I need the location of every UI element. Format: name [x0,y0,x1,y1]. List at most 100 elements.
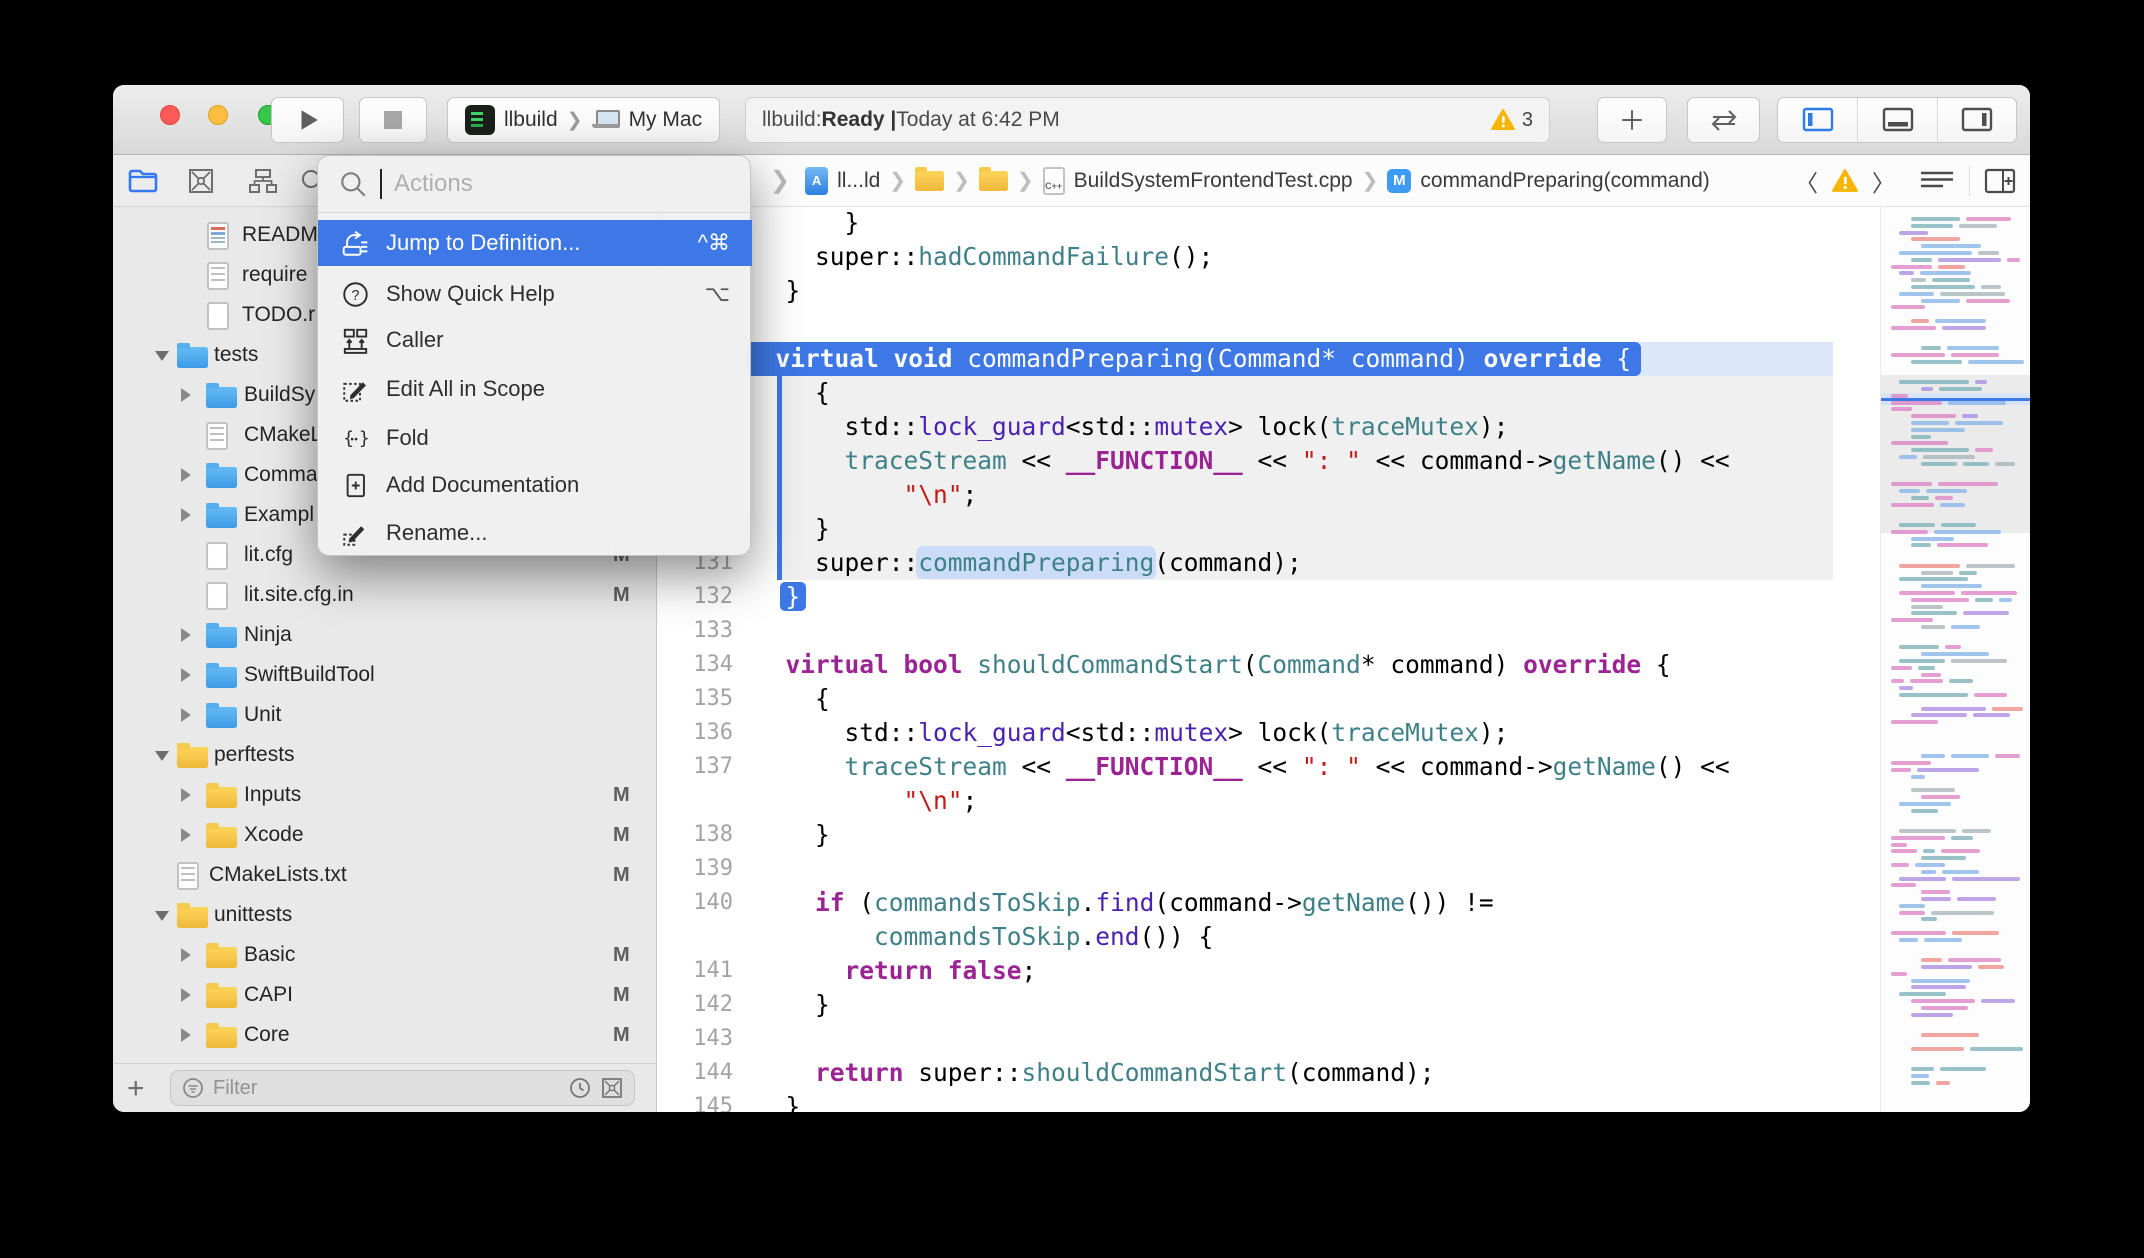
code-line-135[interactable]: 135 { [658,682,1880,716]
code-line[interactable]: "\n"; [658,784,1880,818]
code-line[interactable] [658,308,1880,342]
code-line[interactable]: super::hadCommandFailure(); [658,240,1880,274]
code-line[interactable]: std::lock_guard<std::mutex> lock(traceMu… [658,410,1880,444]
code-line-134[interactable]: 134 virtual bool shouldCommandStart(Comma… [658,648,1880,682]
sidebar-item-swiftbuildtool[interactable]: SwiftBuildTool [113,656,657,696]
sidebar-item-perftests[interactable]: perftests [113,736,657,776]
sidebar-item-inputs[interactable]: Inputs M [113,776,657,816]
menu-item-add-documentation[interactable]: Add Documentation [318,462,752,508]
code-line-140[interactable]: 140 if (commandsToSkip.find(command->getN… [658,886,1880,920]
toggle-inspector-button[interactable] [1936,98,2016,142]
previous-issue-button[interactable]: 〈 [1795,164,1818,198]
minimap-code-bar [1911,285,1976,289]
disclosure-closed-icon[interactable] [181,668,191,682]
code-line[interactable]: commandsToSkip.end()) { [658,920,1880,954]
disclosure-open-icon[interactable] [155,751,169,761]
breadcrumb-project[interactable]: ll...ld [837,169,880,193]
close-window-button[interactable] [160,105,180,125]
disclosure-closed-icon[interactable] [181,388,191,402]
next-issue-button[interactable]: 〉 [1872,164,1895,198]
code-pane[interactable]: } super::hadCommandFailure();} virtual voi… [658,207,1880,1112]
source-control-navigator-tab[interactable] [184,165,218,197]
warning-count-badge[interactable]: 3 [1490,109,1533,132]
minimap-code-bar [1921,917,1938,922]
source-editor[interactable]: } super::hadCommandFailure();} virtual voi… [658,207,1880,1112]
disclosure-closed-icon[interactable] [181,628,191,642]
breadcrumb-symbol[interactable]: commandPreparing(command) [1420,169,1709,193]
disclosure-closed-icon[interactable] [181,988,191,1002]
folder-icon[interactable] [915,166,945,191]
sidebar-item-xcode[interactable]: Xcode M [113,816,657,856]
source-control-filter-icon[interactable] [600,1076,624,1100]
filter-field[interactable]: Filter [170,1070,635,1106]
symbol-navigator-tab[interactable] [246,165,280,197]
code-line[interactable]: "\n"; [658,478,1880,512]
code-line-136[interactable]: 136 std::lock_guard<std::mutex> lock(trac… [658,716,1880,750]
activity-status-bar[interactable]: llbuild: Ready | Today at 6:42 PM 3 [745,97,1550,143]
code-line[interactable]: } [658,274,1880,308]
menu-item-caller[interactable]: Caller [318,317,752,363]
code-line-131[interactable]: 131 super::commandPreparing(command); [658,546,1880,580]
code-line-143[interactable]: 143 [658,1022,1880,1056]
minimap-code-bar [1931,910,1995,915]
sidebar-item-unittests[interactable]: unittests [113,896,657,936]
code-line[interactable]: virtual void commandPreparing(Command* c… [658,342,1880,376]
add-file-button[interactable]: + [127,1072,145,1106]
related-items-icon[interactable] [1919,169,1955,193]
disclosure-open-icon[interactable] [155,911,169,921]
scheme-selector[interactable]: llbuild ❯ My Mac [447,97,720,143]
menu-item-jump-to-definition[interactable]: Jump to Definition... ^⌘ [318,220,752,266]
forward-chevron-icon[interactable]: ❯ [770,166,790,195]
warning-icon[interactable] [1832,168,1858,193]
run-button[interactable] [271,97,344,143]
sidebar-item-ninja[interactable]: Ninja [113,616,657,656]
breadcrumb-file[interactable]: BuildSystemFrontendTest.cpp [1074,169,1353,193]
code-line-133[interactable]: 133 [658,614,1880,648]
sidebar-item-unit[interactable]: Unit [113,696,657,736]
minimap-code-bar [1891,529,1929,534]
code-line-144[interactable]: 144 return super::shouldCommandStart(comm… [658,1056,1880,1090]
disclosure-closed-icon[interactable] [181,788,191,802]
code-line[interactable]: traceStream << __FUNCTION__ << ": " << c… [658,444,1880,478]
menu-item-show-quick-help[interactable]: ? Show Quick Help ⌥ [318,271,752,317]
toggle-navigator-button[interactable] [1778,98,1857,142]
sidebar-item-lit-site-cfg-in[interactable]: lit.site.cfg.in M [113,576,657,616]
add-editor-button[interactable] [1984,168,2016,194]
code-line-138[interactable]: 138} [658,818,1880,852]
editor-mode-button[interactable] [1687,97,1760,143]
actions-search-field[interactable]: Actions [318,156,750,213]
menu-item-fold[interactable]: {} Fold [318,415,752,461]
code-line[interactable]: } [658,512,1880,546]
menu-item-rename[interactable]: Rename... [318,510,752,556]
toggle-debug-area-button[interactable] [1857,98,1936,142]
code-line-141[interactable]: 141 return false; [658,954,1880,988]
minimize-window-button[interactable] [208,105,228,125]
disclosure-closed-icon[interactable] [181,948,191,962]
code-line-137[interactable]: 137 traceStream << __FUNCTION__ << ": " <… [658,750,1880,784]
code-line[interactable]: { [658,376,1880,410]
folder-icon[interactable] [978,166,1008,191]
disclosure-closed-icon[interactable] [181,828,191,842]
code-text: virtual void commandPreparing(Command* c… [746,342,1642,376]
editor-minimap[interactable] [1880,207,2030,1112]
recents-filter-icon[interactable] [568,1076,592,1100]
code-line[interactable]: } [658,207,1880,240]
sidebar-item-core[interactable]: Core M [113,1016,657,1056]
project-navigator-tab[interactable] [126,165,160,197]
disclosure-closed-icon[interactable] [181,1028,191,1042]
code-line-139[interactable]: 139 [658,852,1880,886]
stop-button[interactable] [359,97,427,143]
code-line-145[interactable]: 145} [658,1090,1880,1112]
code-line-142[interactable]: 142} [658,988,1880,1022]
minimap-code-bar [1911,434,1932,439]
disclosure-closed-icon[interactable] [181,508,191,522]
sidebar-item-capi[interactable]: CAPI M [113,976,657,1016]
add-tab-button[interactable] [1597,97,1667,143]
menu-item-edit-all-in-scope[interactable]: Edit All in Scope [318,366,752,412]
sidebar-item-cmakelists-txt[interactable]: CMakeLists.txt M [113,856,657,896]
code-line-132[interactable]: 132} [658,580,1880,614]
disclosure-closed-icon[interactable] [181,708,191,722]
sidebar-item-basic[interactable]: Basic M [113,936,657,976]
disclosure-closed-icon[interactable] [181,468,191,482]
disclosure-open-icon[interactable] [155,351,169,361]
